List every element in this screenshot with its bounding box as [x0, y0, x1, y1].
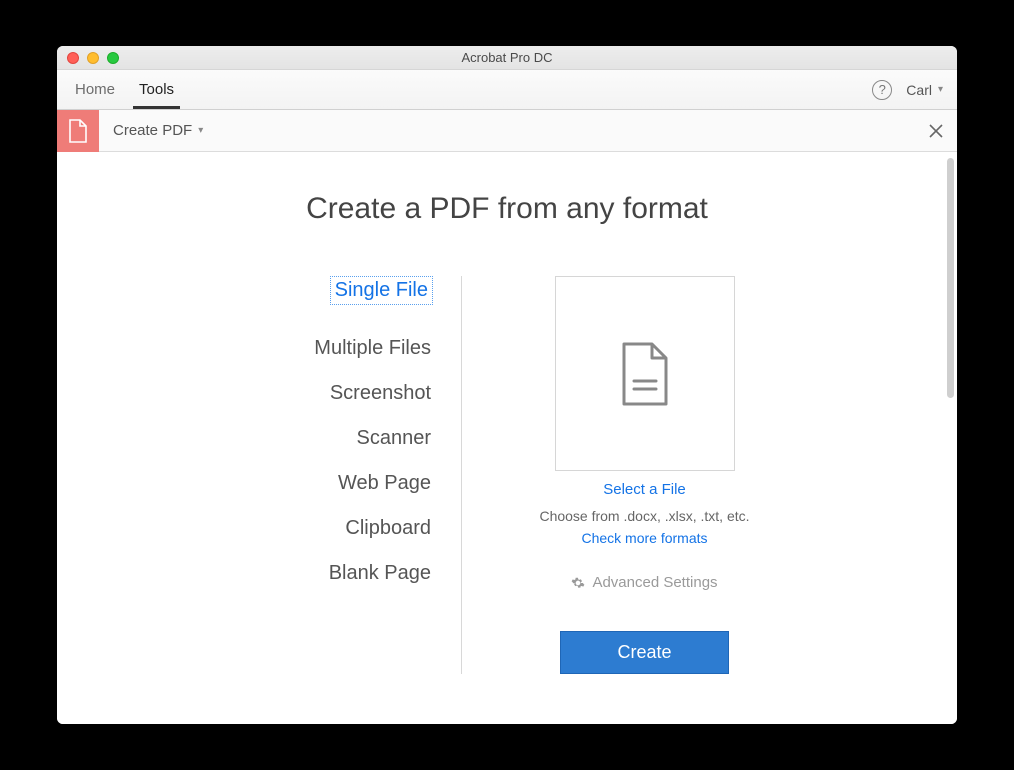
- document-icon: [618, 341, 672, 407]
- help-icon[interactable]: ?: [872, 80, 892, 100]
- content-columns: Single File Multiple Files Screenshot Sc…: [57, 276, 957, 674]
- titlebar: Acrobat Pro DC: [57, 46, 957, 70]
- create-button[interactable]: Create: [560, 631, 728, 674]
- user-menu[interactable]: Carl ▾: [906, 82, 951, 98]
- source-multiple-files[interactable]: Multiple Files: [232, 333, 433, 364]
- tool-label-text: Create PDF: [113, 122, 192, 139]
- file-icon: [67, 119, 89, 143]
- format-hint: Choose from .docx, .xlsx, .txt, etc.: [539, 508, 749, 524]
- page-title: Create a PDF from any format: [57, 192, 957, 226]
- user-name: Carl: [906, 82, 932, 98]
- create-pdf-tool-icon: [57, 110, 99, 152]
- source-web-page[interactable]: Web Page: [232, 468, 433, 499]
- source-blank-page[interactable]: Blank Page: [232, 558, 433, 589]
- window-controls: [57, 52, 119, 64]
- close-tool-button[interactable]: [915, 123, 957, 139]
- zoom-window-button[interactable]: [107, 52, 119, 64]
- source-list: Single File Multiple Files Screenshot Sc…: [232, 276, 462, 674]
- chevron-down-icon: ▾: [938, 84, 943, 95]
- more-formats-link[interactable]: Check more formats: [581, 530, 707, 546]
- window-title: Acrobat Pro DC: [57, 50, 957, 65]
- minimize-window-button[interactable]: [87, 52, 99, 64]
- top-tabs: Home Tools ? Carl ▾: [57, 70, 957, 110]
- select-file-link[interactable]: Select a File: [603, 481, 686, 498]
- detail-panel: Select a File Choose from .docx, .xlsx, …: [462, 276, 782, 674]
- source-single-file[interactable]: Single File: [330, 276, 433, 305]
- file-drop-area[interactable]: [555, 276, 735, 471]
- source-scanner[interactable]: Scanner: [232, 423, 433, 454]
- scrollbar[interactable]: [947, 158, 954, 398]
- tool-dropdown[interactable]: Create PDF ▾: [113, 122, 203, 139]
- close-icon: [928, 123, 944, 139]
- source-screenshot[interactable]: Screenshot: [232, 378, 433, 409]
- source-clipboard[interactable]: Clipboard: [232, 513, 433, 544]
- tool-toolbar: Create PDF ▾: [57, 110, 957, 152]
- main-panel: Create a PDF from any format Single File…: [57, 152, 957, 724]
- chevron-down-icon: ▾: [198, 125, 203, 136]
- gear-icon: [571, 576, 585, 590]
- app-window: Acrobat Pro DC Home Tools ? Carl ▾ Creat…: [57, 46, 957, 724]
- tab-home[interactable]: Home: [63, 70, 127, 109]
- advanced-settings[interactable]: Advanced Settings: [571, 574, 717, 591]
- close-window-button[interactable]: [67, 52, 79, 64]
- tab-tools[interactable]: Tools: [127, 70, 186, 109]
- advanced-settings-label: Advanced Settings: [592, 574, 717, 591]
